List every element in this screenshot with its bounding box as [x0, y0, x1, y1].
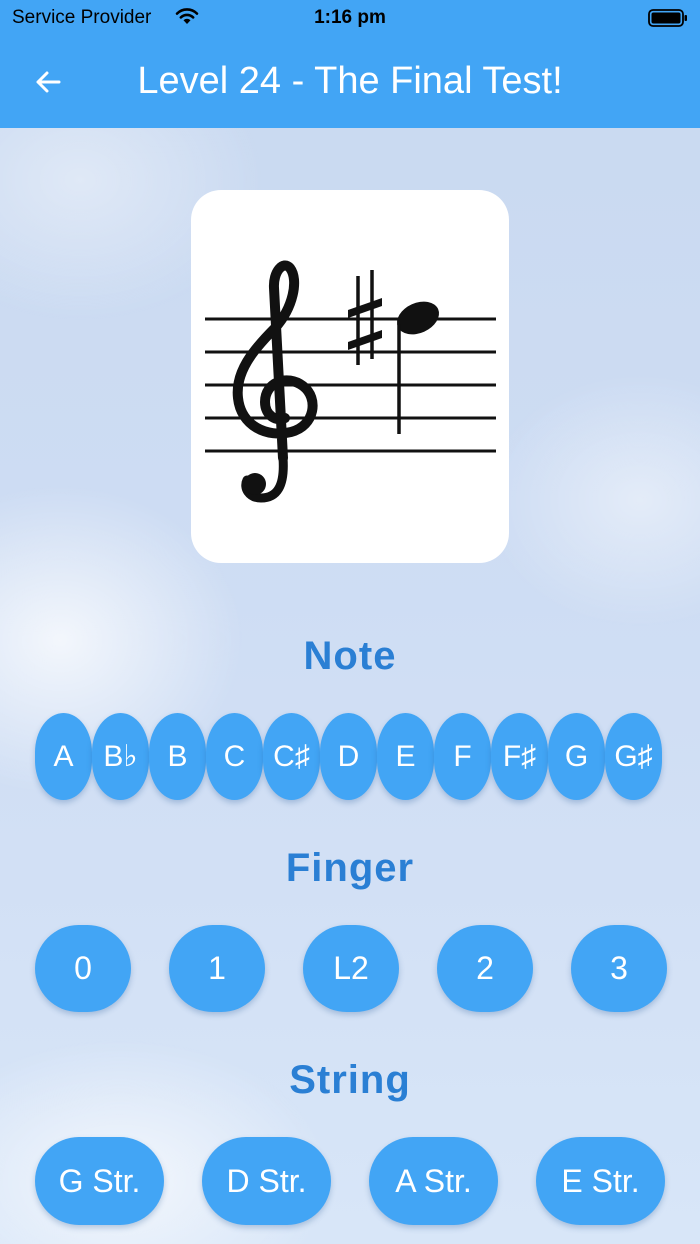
- status-time: 1:16 pm: [314, 7, 386, 28]
- note-button-g-sharp[interactable]: G♯: [605, 713, 662, 800]
- note-button-g[interactable]: G: [548, 713, 605, 800]
- treble-clef-dot: [244, 473, 266, 495]
- string-button-e[interactable]: E Str.: [536, 1137, 665, 1225]
- status-bar: Service Provider 1:16 pm: [0, 0, 700, 36]
- finger-button-3[interactable]: 3: [571, 925, 667, 1012]
- quarter-note-icon: [396, 301, 440, 434]
- finger-heading: Finger: [285, 846, 415, 890]
- note-button-f-sharp[interactable]: F♯: [491, 713, 548, 800]
- note-button-c-sharp[interactable]: C♯: [263, 713, 320, 800]
- music-staff: [205, 260, 496, 503]
- string-button-g[interactable]: G Str.: [35, 1137, 164, 1225]
- string-heading: String: [289, 1058, 411, 1102]
- note-button-d[interactable]: D: [320, 713, 377, 800]
- finger-button-0[interactable]: 0: [35, 925, 131, 1012]
- note-button-e[interactable]: E: [377, 713, 434, 800]
- staff-lines: [205, 317, 496, 453]
- note-button-c[interactable]: C: [206, 713, 263, 800]
- note-button-f[interactable]: F: [434, 713, 491, 800]
- note-button-b[interactable]: B: [149, 713, 206, 800]
- note-heading: Note: [303, 634, 397, 678]
- note-button-a[interactable]: A: [35, 713, 92, 800]
- string-button-d[interactable]: D Str.: [202, 1137, 331, 1225]
- finger-button-2[interactable]: 2: [437, 925, 533, 1012]
- app-bar: Level 24 - The Final Test!: [0, 36, 700, 128]
- string-button-a[interactable]: A Str.: [369, 1137, 498, 1225]
- finger-options: 0 1 L2 2 3: [0, 925, 700, 1012]
- treble-clef-icon: [232, 260, 318, 503]
- page-title: Level 24 - The Final Test!: [137, 60, 563, 102]
- battery-icon: [648, 9, 687, 27]
- note-options: A B♭ B C C♯ D E F F♯ G G♯: [0, 713, 700, 800]
- finger-button-1[interactable]: 1: [169, 925, 265, 1012]
- note-button-b-flat[interactable]: B♭: [92, 713, 149, 800]
- string-options: G Str. D Str. A Str. E Str.: [0, 1137, 700, 1225]
- note-card: [191, 190, 509, 563]
- finger-button-l2[interactable]: L2: [303, 925, 399, 1012]
